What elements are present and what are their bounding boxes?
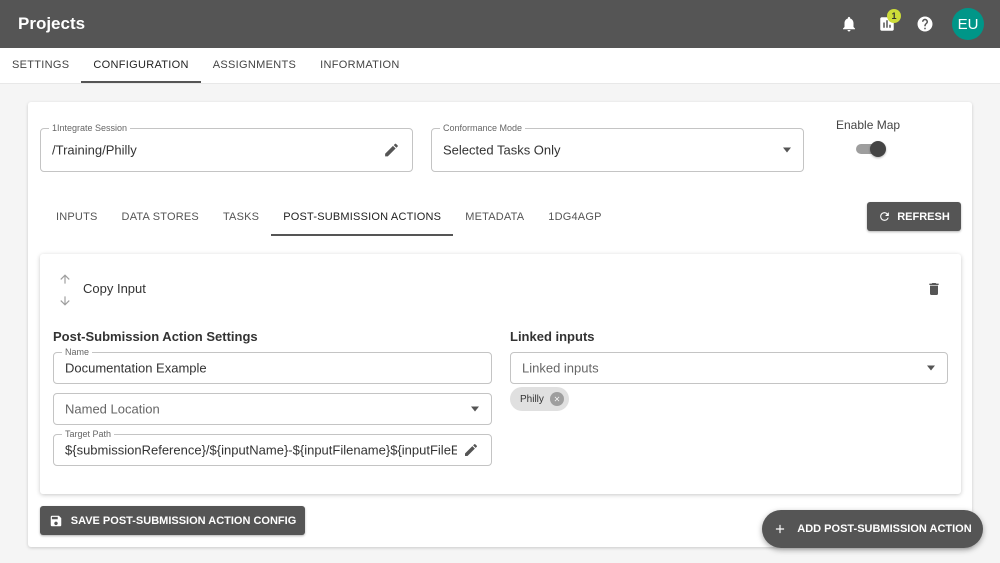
tab-data-stores[interactable]: DATA STORES xyxy=(110,200,211,236)
tab-settings[interactable]: SETTINGS xyxy=(0,48,81,83)
reports-button[interactable]: 1 xyxy=(868,5,906,43)
enable-map-toggle[interactable] xyxy=(856,141,886,157)
name-field-label: Name xyxy=(62,347,93,357)
help-icon xyxy=(917,16,933,32)
configuration-sub-tabs: INPUTS DATA STORES TASKS POST-SUBMISSION… xyxy=(44,200,614,236)
tab-post-submission-actions[interactable]: POST-SUBMISSION ACTIONS xyxy=(271,200,454,236)
post-submission-action-card: Copy Input Post-Submission Action Settin… xyxy=(40,254,961,494)
target-path-value: ${submissionReference}/${inputName}-${in… xyxy=(65,442,457,458)
trash-icon xyxy=(929,283,939,295)
arrow-down-icon[interactable] xyxy=(58,294,72,308)
save-icon xyxy=(50,515,61,526)
linked-inputs-select[interactable]: Linked inputs xyxy=(510,352,948,384)
refresh-icon xyxy=(880,212,890,221)
edit-target-path-button[interactable] xyxy=(463,442,479,458)
linked-inputs-placeholder: Linked inputs xyxy=(522,360,599,376)
action-title: Copy Input xyxy=(83,281,146,296)
user-avatar[interactable]: EU xyxy=(952,8,984,40)
named-location-select[interactable]: Named Location xyxy=(53,393,492,425)
refresh-button[interactable]: REFRESH xyxy=(867,202,961,231)
conformance-mode-select[interactable]: Conformance Mode Selected Tasks Only xyxy=(431,123,804,172)
app-bar: Projects 1 EU xyxy=(0,0,1000,48)
name-field[interactable]: Name Documentation Example xyxy=(53,347,492,384)
tab-configuration[interactable]: CONFIGURATION xyxy=(81,48,201,83)
tab-information[interactable]: INFORMATION xyxy=(308,48,411,83)
help-button[interactable] xyxy=(906,5,944,43)
tab-1dg4agp[interactable]: 1DG4AGP xyxy=(536,200,613,236)
refresh-label: REFRESH xyxy=(897,210,950,223)
tab-assignments[interactable]: ASSIGNMENTS xyxy=(201,48,308,83)
app-title: Projects xyxy=(18,14,86,33)
named-location-placeholder: Named Location xyxy=(65,401,160,417)
linked-inputs-title: Linked inputs xyxy=(510,329,595,344)
notification-badge: 1 xyxy=(887,9,901,23)
chevron-down-icon xyxy=(927,365,935,371)
reorder-controls xyxy=(58,272,72,308)
conformance-mode-label: Conformance Mode xyxy=(440,123,526,133)
delete-action-button[interactable] xyxy=(926,281,942,302)
session-field-value: /Training/Philly xyxy=(52,142,137,158)
pencil-icon xyxy=(465,443,478,456)
chevron-down-icon xyxy=(783,147,791,153)
notifications-button[interactable] xyxy=(830,5,868,43)
tab-tasks[interactable]: TASKS xyxy=(211,200,271,236)
toggle-thumb xyxy=(870,141,886,157)
tab-inputs[interactable]: INPUTS xyxy=(44,200,110,236)
remove-chip-button[interactable] xyxy=(549,392,564,406)
linked-input-chip: Philly xyxy=(510,387,569,411)
conformance-mode-value: Selected Tasks Only xyxy=(443,142,561,158)
chevron-down-icon xyxy=(471,406,479,412)
session-field[interactable]: 1Integrate Session /Training/Philly xyxy=(40,123,413,172)
bell-icon xyxy=(843,16,855,32)
session-field-label: 1Integrate Session xyxy=(49,123,131,133)
add-post-submission-action-button[interactable]: ADD POST-SUBMISSION ACTION xyxy=(762,510,983,548)
pencil-icon xyxy=(385,143,398,157)
save-config-button[interactable]: SAVE POST-SUBMISSION ACTION CONFIG xyxy=(40,506,305,535)
enable-map-label: Enable Map xyxy=(836,118,901,132)
add-label: ADD POST-SUBMISSION ACTION xyxy=(797,523,972,535)
edit-session-button[interactable] xyxy=(383,142,400,159)
target-path-field[interactable]: Target Path ${submissionReference}/${inp… xyxy=(53,429,492,466)
save-label: SAVE POST-SUBMISSION ACTION CONFIG xyxy=(70,514,297,527)
header-actions: 1 EU xyxy=(830,5,984,43)
chip-label: Philly xyxy=(520,393,544,405)
main-tabs: SETTINGS CONFIGURATION ASSIGNMENTS INFOR… xyxy=(0,48,1000,84)
close-icon xyxy=(554,396,560,402)
target-path-label: Target Path xyxy=(62,429,115,439)
plus-icon xyxy=(776,524,785,534)
settings-title: Post-Submission Action Settings xyxy=(53,329,258,344)
tab-metadata[interactable]: METADATA xyxy=(453,200,536,236)
arrow-up-icon[interactable] xyxy=(58,272,72,286)
name-field-value: Documentation Example xyxy=(65,360,207,376)
configuration-card: 1Integrate Session /Training/Philly Conf… xyxy=(28,102,972,547)
